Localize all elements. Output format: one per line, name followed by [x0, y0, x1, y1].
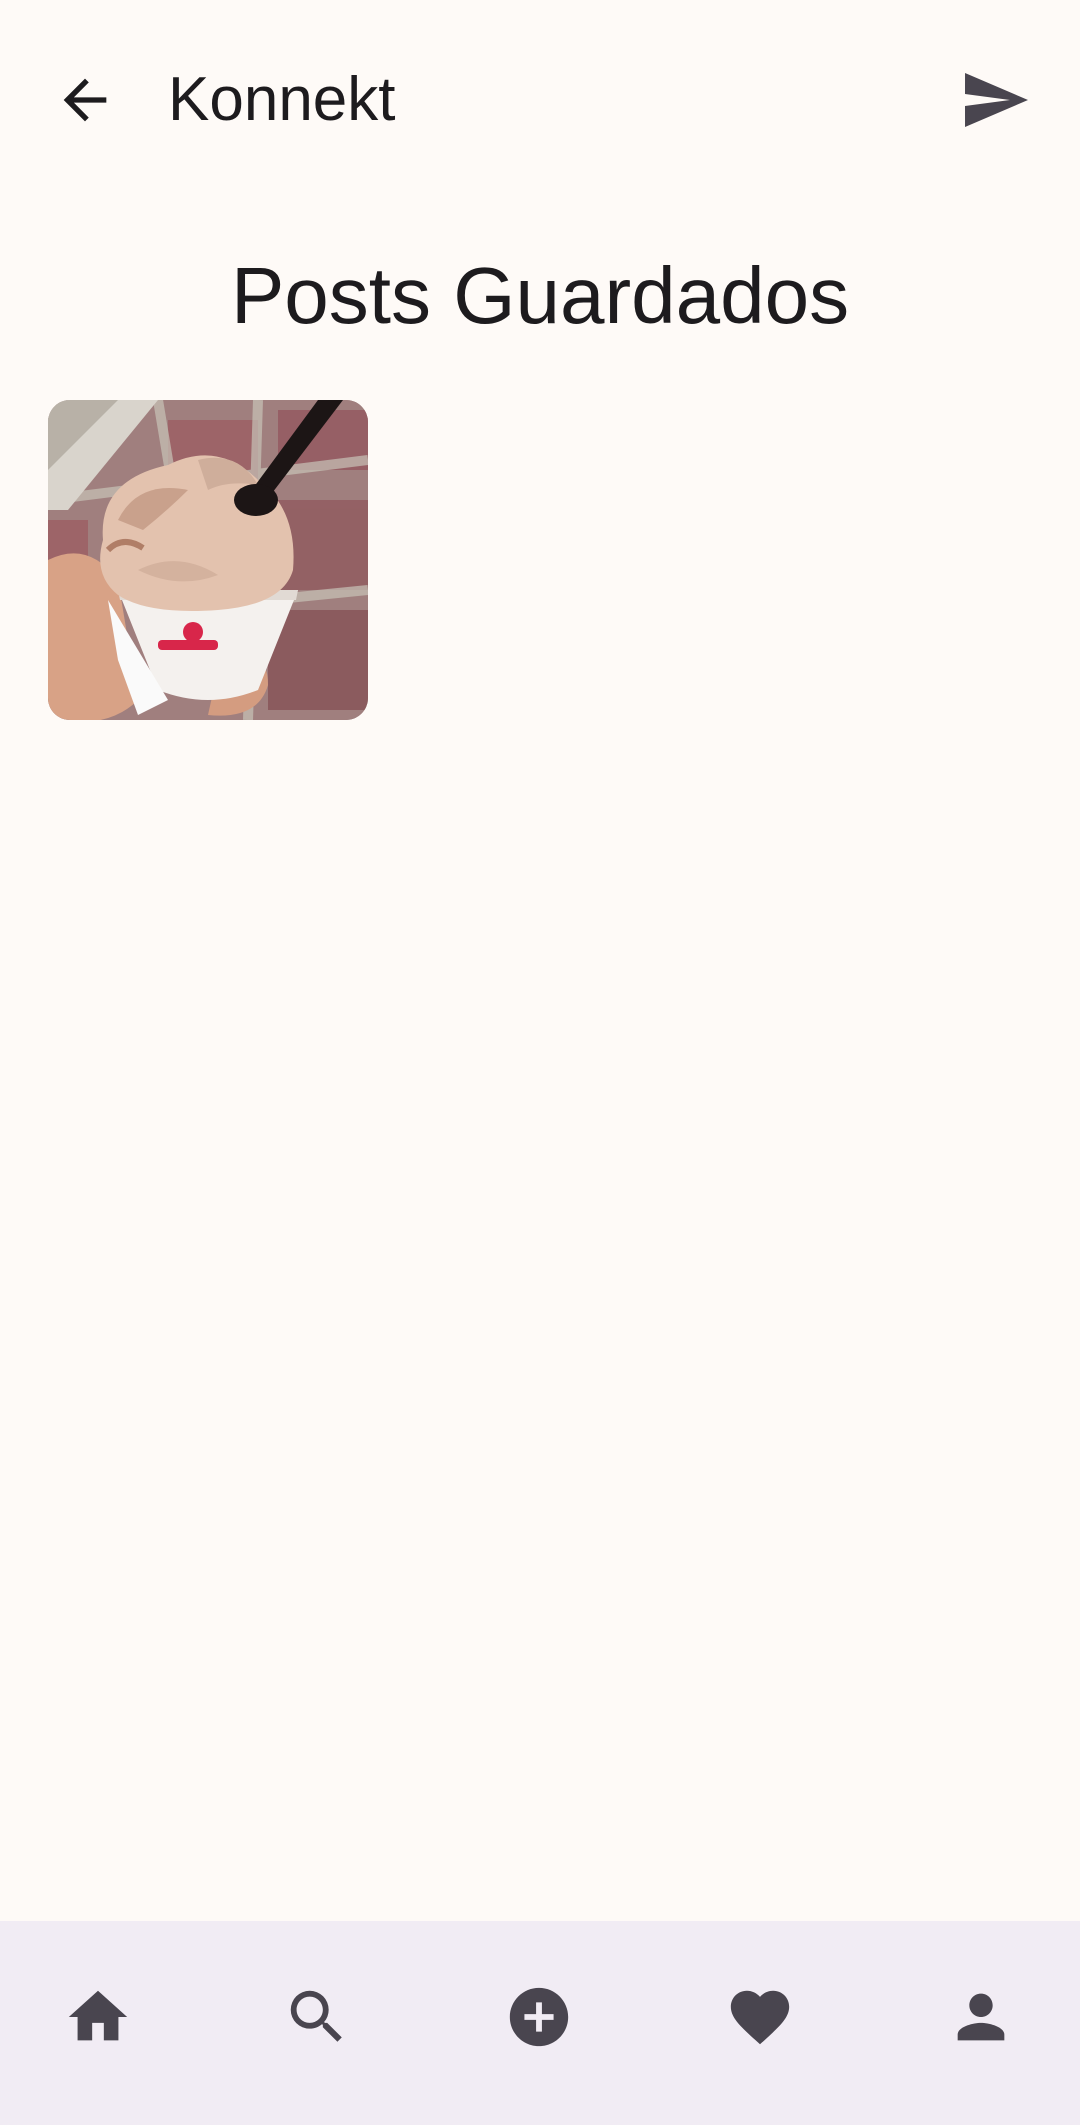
send-button[interactable] — [950, 55, 1040, 145]
top-app-bar: Konnekt — [0, 0, 1080, 200]
saved-posts-screen: Konnekt Posts Guardados — [0, 0, 1080, 2125]
saved-posts-grid — [48, 400, 1048, 720]
search-icon — [290, 1990, 342, 2042]
person-icon — [957, 1993, 1005, 2041]
arrow-back-icon — [63, 78, 107, 122]
home-icon — [68, 1990, 128, 2041]
back-button[interactable] — [40, 55, 130, 145]
nav-home[interactable] — [38, 1957, 158, 2077]
ice-cream-cup-photo — [48, 400, 368, 720]
nav-profile[interactable] — [921, 1957, 1041, 2077]
bottom-navigation — [0, 1921, 1080, 2125]
nav-create-post[interactable] — [479, 1957, 599, 2077]
add-circle-icon — [509, 1987, 569, 2047]
nav-favorites[interactable] — [700, 1957, 820, 2077]
app-title: Konnekt — [168, 65, 396, 134]
nav-search[interactable] — [257, 1957, 377, 2077]
saved-post-thumbnail[interactable] — [48, 400, 368, 720]
send-icon — [965, 73, 1028, 127]
heart-icon — [730, 1990, 790, 2045]
page-title: Posts Guardados — [230, 251, 850, 340]
